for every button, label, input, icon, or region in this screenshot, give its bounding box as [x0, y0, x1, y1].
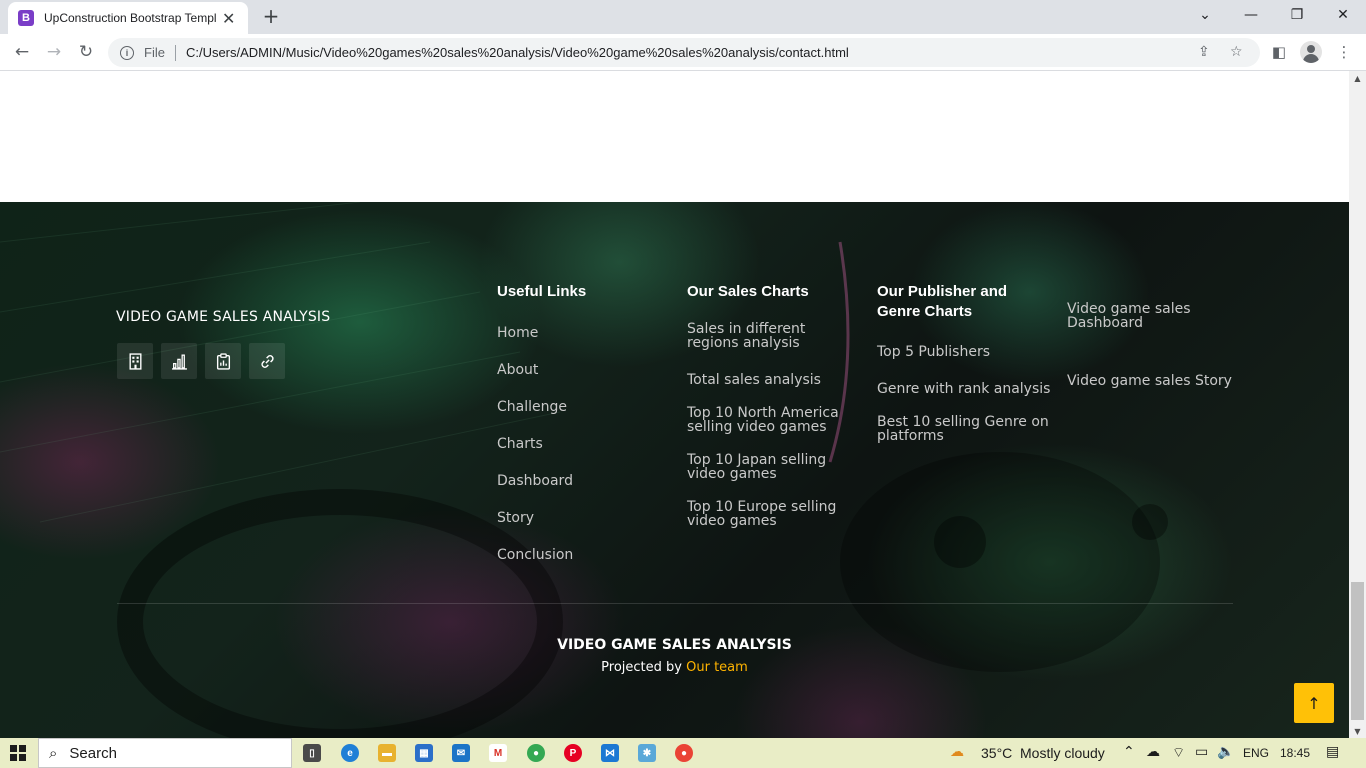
address-bar[interactable]: i File C:/Users/ADMIN/Music/Video%20game…	[108, 38, 1260, 67]
footer-link-sales-dashboard[interactable]: Video game sales Dashboard	[1067, 302, 1207, 330]
microsoft-store-icon[interactable]: ▦	[415, 744, 433, 762]
gmail-icon[interactable]: M	[489, 744, 507, 762]
forward-arrow-icon[interactable]: →	[41, 40, 67, 64]
restore-button[interactable]: ❐	[1274, 0, 1320, 30]
pinterest-icon[interactable]: P	[564, 744, 582, 762]
browser-tab-strip: B UpConstruction Bootstrap Templ ✕ + ⌄ —…	[0, 0, 1366, 34]
footer-link-story[interactable]: Story	[497, 511, 534, 525]
footer-link-top10-japan[interactable]: Top 10 Japan selling video games	[687, 453, 837, 481]
footer-link-genre-rank[interactable]: Genre with rank analysis	[877, 382, 1050, 396]
browser-menu-icon[interactable]: ⋮	[1334, 42, 1354, 62]
battery-icon[interactable]: ▭	[1195, 744, 1208, 760]
page-viewport: VIDEO GAME SALES ANALYSIS Useful Links H…	[0, 71, 1349, 738]
tab-close-icon[interactable]: ✕	[222, 9, 235, 28]
footer-link-top10-europe[interactable]: Top 10 Europe selling video games	[687, 500, 842, 528]
footer-link-top5-publishers[interactable]: Top 5 Publishers	[877, 345, 990, 359]
projected-by-label: Projected by	[601, 660, 682, 675]
wifi-icon[interactable]: ⌔	[1172, 744, 1185, 762]
language-indicator[interactable]: ENG	[1243, 746, 1269, 760]
footer-link-dashboard[interactable]: Dashboard	[497, 474, 573, 488]
windows-taskbar: ⌕ Search ▯ e ▬ ▦ ✉ M ● P ⋈ ✱ ● ☁ 35°C Mo…	[0, 738, 1366, 768]
footer-link-charts[interactable]: Charts	[497, 437, 543, 451]
chrome-active-icon[interactable]: ●	[675, 744, 693, 762]
scrollbar-thumb[interactable]	[1351, 582, 1364, 720]
footer-link-regions-analysis[interactable]: Sales in different regions analysis	[687, 322, 857, 350]
footer-link-about[interactable]: About	[497, 363, 538, 377]
useful-links-heading: Useful Links	[497, 283, 587, 300]
share-icon[interactable]: ⇪	[1198, 44, 1210, 60]
chrome-icon[interactable]: ●	[527, 744, 545, 762]
search-icon: ⌕	[49, 744, 58, 762]
mail-icon[interactable]: ✉	[452, 744, 470, 762]
system-clock[interactable]: 18:45	[1280, 746, 1310, 760]
bookmark-star-icon[interactable]: ☆	[1230, 44, 1243, 60]
copyright-title: VIDEO GAME SALES ANALYSIS	[557, 637, 792, 653]
taskbar-search-label: Search	[69, 744, 117, 762]
publisher-genre-heading: Our Publisher and Genre Charts	[877, 283, 1008, 320]
speaker-icon[interactable]: 🔈	[1217, 744, 1234, 760]
notifications-icon[interactable]: ▤	[1326, 744, 1339, 760]
our-team-link[interactable]: Our team	[686, 660, 748, 675]
footer-link-home[interactable]: Home	[497, 326, 538, 340]
browser-tab[interactable]: B UpConstruction Bootstrap Templ ✕	[8, 2, 248, 34]
footer-link-total-sales[interactable]: Total sales analysis	[687, 373, 821, 387]
footer-link-conclusion[interactable]: Conclusion	[497, 548, 573, 562]
social-clipboard-button[interactable]	[205, 343, 241, 379]
footer-divider	[117, 603, 1233, 604]
tab-search-chevron-icon[interactable]: ⌄	[1182, 0, 1228, 30]
onedrive-cloud-icon[interactable]: ☁	[1146, 744, 1160, 760]
taskbar-search-box[interactable]: ⌕ Search	[38, 738, 292, 768]
weather-temperature[interactable]: 35°C	[981, 745, 1012, 761]
bar-chart-icon	[171, 353, 187, 370]
weather-cloud-sun-icon[interactable]: ☁	[950, 744, 964, 760]
snip-tool-icon[interactable]: ✱	[638, 744, 656, 762]
footer-background-image	[0, 202, 1168, 738]
minimize-button[interactable]: —	[1228, 0, 1274, 30]
edge-browser-icon[interactable]: e	[341, 744, 359, 762]
projected-by-text: Projected by Our team	[0, 660, 1349, 675]
building-icon	[128, 352, 142, 370]
footer-brand-title: VIDEO GAME SALES ANALYSIS	[116, 309, 331, 325]
footer-link-top10-north-america[interactable]: Top 10 North America selling video games	[687, 406, 847, 434]
close-window-button[interactable]: ✕	[1320, 0, 1366, 30]
footer-link-sales-story[interactable]: Video game sales Story	[1067, 374, 1232, 388]
social-link-button[interactable]	[249, 343, 285, 379]
footer-link-best10-genre[interactable]: Best 10 selling Genre on platforms	[877, 415, 1052, 443]
windows-start-icon[interactable]	[10, 745, 26, 761]
site-footer: VIDEO GAME SALES ANALYSIS Useful Links H…	[0, 202, 1349, 738]
url-text[interactable]: C:/Users/ADMIN/Music/Video%20games%20sal…	[186, 45, 849, 60]
site-info-icon[interactable]: i	[120, 45, 134, 60]
new-tab-button[interactable]: +	[260, 4, 282, 28]
side-panel-icon[interactable]: ◧	[1269, 42, 1289, 62]
scroll-down-arrow-icon[interactable]: ▼	[1349, 724, 1366, 738]
url-separator	[174, 44, 176, 61]
tray-chevron-up-icon[interactable]: ⌃	[1123, 744, 1135, 760]
url-scheme: File	[144, 45, 165, 60]
weather-condition[interactable]: Mostly cloudy	[1020, 745, 1105, 761]
scroll-up-arrow-icon[interactable]: ▲	[1349, 71, 1366, 85]
back-arrow-icon[interactable]: ←	[9, 40, 35, 64]
reload-icon[interactable]: ↻	[73, 40, 99, 64]
file-explorer-icon[interactable]: ▬	[378, 744, 396, 762]
profile-avatar-icon[interactable]	[1300, 41, 1322, 63]
sales-charts-heading: Our Sales Charts	[687, 283, 809, 300]
link-icon	[260, 354, 274, 368]
page-scrollbar[interactable]: ▲ ▼	[1349, 71, 1366, 738]
back-to-top-button[interactable]: ↑	[1294, 683, 1334, 723]
bootstrap-favicon-icon: B	[18, 10, 34, 26]
clipboard-data-icon	[216, 352, 230, 370]
vscode-icon[interactable]: ⋈	[601, 744, 619, 762]
social-building-button[interactable]	[117, 343, 153, 379]
tab-title: UpConstruction Bootstrap Templ	[44, 11, 216, 25]
task-view-icon[interactable]: ▯	[303, 744, 321, 762]
footer-link-challenge[interactable]: Challenge	[497, 400, 567, 414]
social-bar-chart-button[interactable]	[161, 343, 197, 379]
browser-toolbar: ← → ↻ i File C:/Users/ADMIN/Music/Video%…	[0, 34, 1366, 71]
